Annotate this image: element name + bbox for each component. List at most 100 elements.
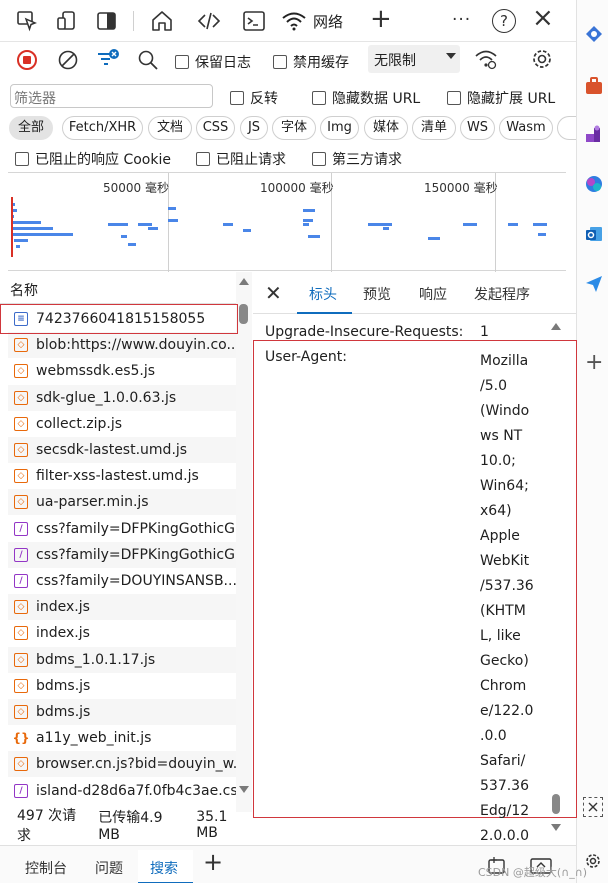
checkbox[interactable]: [15, 152, 29, 166]
drawer-tab-console[interactable]: 控制台: [25, 858, 67, 878]
list-scrollbar[interactable]: [236, 272, 252, 812]
home-icon[interactable]: [150, 9, 174, 33]
scroll-down-icon[interactable]: [551, 824, 561, 831]
request-row[interactable]: ◇ secsdk-lastest.umd.js: [8, 437, 236, 463]
request-row[interactable]: ◇ bdms.js: [8, 673, 236, 699]
throttle-select[interactable]: 无限制: [368, 45, 460, 73]
js-file-icon: ◇: [14, 338, 28, 353]
network-overview-timeline[interactable]: 50000 毫秒 100000 毫秒 150000 毫秒: [8, 172, 566, 272]
games-icon[interactable]: [584, 124, 604, 144]
checkbox[interactable]: [175, 55, 189, 69]
screenshot-icon[interactable]: [583, 797, 603, 817]
request-row[interactable]: ◇ index.js: [8, 594, 236, 621]
type-filter-fetch-xhr[interactable]: Fetch/XHR: [62, 116, 143, 140]
disable-cache-checkbox[interactable]: 禁用缓存: [273, 52, 349, 72]
timeline-tick-label: 50000 毫秒: [103, 181, 169, 195]
checkbox[interactable]: [312, 152, 326, 166]
request-row[interactable]: ◇ webmssdk.es5.js: [8, 358, 236, 384]
drawer-tab-issues[interactable]: 问题: [95, 858, 123, 878]
drawer-tab-search[interactable]: 搜索: [138, 850, 193, 883]
help-icon[interactable]: ?: [492, 9, 516, 33]
type-filter-all[interactable]: 全部: [9, 116, 53, 140]
scroll-thumb[interactable]: [552, 794, 560, 814]
request-row[interactable]: ◇ ua-parser.min.js: [8, 489, 236, 516]
type-filter-manifest[interactable]: 清单: [412, 116, 456, 140]
request-row[interactable]: {} a11y_web_init.js: [8, 725, 236, 751]
type-filter-font[interactable]: 字体: [272, 116, 316, 140]
waterfall-bar: [538, 233, 546, 236]
send-icon[interactable]: [584, 274, 604, 294]
third-party-checkbox[interactable]: 第三方请求: [312, 149, 402, 169]
sidebar-toggle-icon[interactable]: [96, 10, 118, 32]
hide-extension-url-checkbox[interactable]: 隐藏扩展 URL: [447, 88, 555, 108]
network-conditions-icon[interactable]: [474, 48, 498, 70]
hide-data-url-checkbox[interactable]: 隐藏数据 URL: [312, 88, 420, 108]
console-icon[interactable]: [242, 9, 266, 33]
checkbox[interactable]: [273, 55, 287, 69]
request-row[interactable]: ◇ sdk-glue_1.0.0.63.js: [8, 384, 236, 411]
network-settings-gear-icon[interactable]: [530, 47, 554, 71]
panel-scrollbar[interactable]: [549, 318, 565, 842]
header-name: Upgrade-Insecure-Requests:: [265, 324, 464, 340]
checkbox[interactable]: [230, 91, 244, 105]
scroll-thumb[interactable]: [239, 304, 248, 324]
close-devtools-icon[interactable]: ×: [532, 3, 554, 33]
browser-sidebar: +: [576, 0, 608, 883]
record-stop-icon[interactable]: [17, 50, 37, 70]
type-filter-doc[interactable]: 文档: [148, 116, 192, 140]
inspect-icon[interactable]: [16, 10, 38, 32]
request-row[interactable]: ◇ blob:https://www.douyin.co...: [8, 332, 236, 359]
request-row[interactable]: ◇ filter-xss-lastest.umd.js: [8, 463, 236, 489]
drawer-add-tab-icon[interactable]: +: [203, 848, 223, 876]
add-sidebar-app-icon[interactable]: +: [585, 350, 603, 375]
user-agent-line: 537.36: [480, 778, 529, 794]
checkbox[interactable]: [196, 152, 210, 166]
checkbox[interactable]: [447, 91, 461, 105]
js-file-icon: ◇: [14, 443, 28, 457]
type-filter-css[interactable]: CSS: [196, 116, 235, 140]
add-tab-icon[interactable]: +: [370, 4, 392, 34]
request-row[interactable]: ∕ css?family=DOUYINSANSB...: [8, 568, 236, 594]
clear-icon[interactable]: [57, 49, 79, 71]
waterfall-bar: [148, 227, 158, 230]
device-emulation-icon[interactable]: [56, 10, 78, 32]
request-row[interactable]: ∕ island-d28d6a7f.0fb4c3ae.css: [8, 778, 236, 804]
preserve-log-checkbox[interactable]: 保留日志: [175, 52, 251, 72]
request-row[interactable]: ◇ browser.cn.js?bid=douyin_w...: [8, 751, 236, 778]
request-row[interactable]: ∕ css?family=DFPKingGothicG...: [8, 516, 236, 542]
request-row[interactable]: ◇ collect.zip.js: [8, 411, 236, 437]
request-name: bdms.js: [36, 704, 91, 720]
filter-funnel-icon[interactable]: [95, 48, 121, 72]
js-file-icon: ◇: [14, 626, 28, 641]
request-name: index.js: [36, 599, 90, 616]
elements-code-icon[interactable]: [197, 9, 221, 33]
scroll-down-icon[interactable]: [239, 786, 249, 793]
type-filter-overflow[interactable]: [557, 116, 576, 140]
request-row[interactable]: ◇ index.js: [8, 620, 236, 646]
filter-input[interactable]: 筛选器: [10, 84, 213, 108]
collections-icon[interactable]: [584, 24, 604, 44]
search-icon[interactable]: [137, 49, 159, 71]
copilot-icon[interactable]: [584, 174, 604, 194]
type-filter-media[interactable]: 媒体: [364, 116, 408, 140]
invert-checkbox[interactable]: 反转: [230, 88, 278, 108]
request-row[interactable]: ∕ css?family=DFPKingGothicG...: [8, 541, 236, 568]
type-filter-img[interactable]: Img: [320, 116, 359, 140]
blocked-requests-checkbox[interactable]: 已阻止请求: [196, 149, 286, 169]
blocked-cookie-checkbox[interactable]: 已阻止的响应 Cookie: [15, 149, 171, 169]
outlook-icon[interactable]: [584, 224, 604, 244]
type-filter-ws[interactable]: WS: [460, 116, 495, 140]
type-filter-js[interactable]: JS: [240, 116, 268, 140]
type-filter-wasm[interactable]: Wasm: [499, 116, 553, 140]
scroll-up-icon[interactable]: [551, 323, 561, 330]
chevron-down-icon: [446, 53, 456, 59]
checkbox[interactable]: [312, 91, 326, 105]
request-name: collect.zip.js: [36, 415, 123, 432]
request-row[interactable]: ◇ bdms_1.0.1.17.js: [8, 646, 236, 673]
more-tools-icon[interactable]: ···: [452, 10, 471, 30]
list-header[interactable]: 名称: [0, 272, 236, 304]
scroll-up-icon[interactable]: [239, 278, 249, 285]
shopping-icon[interactable]: [584, 76, 604, 96]
request-row[interactable]: ◇ bdms.js: [8, 699, 236, 725]
tab-network[interactable]: 网络: [273, 4, 352, 38]
